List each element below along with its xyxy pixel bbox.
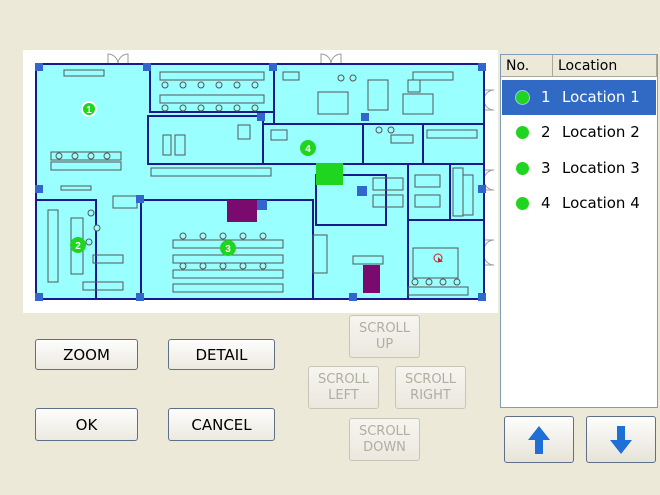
location-dot-icon [516,126,529,139]
list-item-no: 2 [541,123,551,141]
floor-plan-map: 1 2 3 4 [35,53,495,301]
location-marker-4[interactable]: 4 [300,140,316,156]
location-dot-icon [516,162,529,175]
down-arrow-icon [610,426,632,454]
detail-button[interactable]: DETAIL [168,339,275,370]
location-list[interactable]: No. Location 1 Location 1 2 Location 2 3… [500,54,658,408]
location-marker-1-label: 1 [86,105,92,116]
scroll-up-button[interactable]: SCROLL UP [349,315,420,358]
move-down-button[interactable] [586,416,656,463]
list-item-location-1[interactable]: 1 Location 1 [502,80,656,115]
location-marker-2-label: 2 [75,241,81,252]
list-item-name: Location 2 [562,123,640,141]
location-marker-4-label: 4 [305,144,311,155]
ok-button[interactable]: OK [35,408,138,441]
list-item-no: 1 [541,88,551,106]
location-marker-3[interactable]: 3 [220,240,236,256]
location-marker-3-label: 3 [225,244,231,255]
move-up-button[interactable] [504,416,574,463]
location-dot-icon [516,197,529,210]
list-item-location-4[interactable]: 4 Location 4 [502,186,656,221]
location-marker-2[interactable]: 2 [70,237,86,253]
scroll-left-button[interactable]: SCROLL LEFT [308,366,379,409]
list-item-name: Location 1 [562,88,640,106]
list-item-name: Location 3 [562,159,640,177]
scroll-down-button[interactable]: SCROLL DOWN [349,418,420,461]
list-item-name: Location 4 [562,194,640,212]
location-marker-1[interactable]: 1 [81,101,97,117]
list-item-location-3[interactable]: 3 Location 3 [502,151,656,186]
zoom-button[interactable]: ZOOM [35,339,138,370]
column-header-location[interactable]: Location [553,55,657,77]
location-dot-icon [516,91,529,104]
list-item-no: 3 [541,159,551,177]
cancel-button[interactable]: CANCEL [168,408,275,441]
scroll-right-button[interactable]: SCROLL RIGHT [395,366,466,409]
list-item-location-2[interactable]: 2 Location 2 [502,115,656,150]
column-header-no[interactable]: No. [501,55,553,77]
list-item-no: 4 [541,194,551,212]
floor-plan-view[interactable]: 1 2 3 4 [23,50,498,313]
up-arrow-icon [528,426,550,454]
